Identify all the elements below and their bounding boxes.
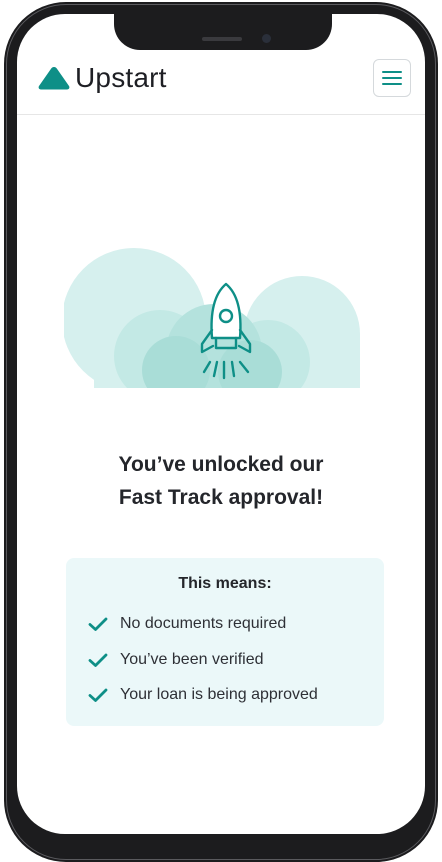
benefit-item: No documents required [88, 613, 286, 635]
app-header: Upstart [17, 50, 425, 115]
benefit-item: You’ve been verified [88, 649, 264, 671]
benefits-box: This means: No documents required You’ve… [66, 558, 384, 726]
rocket-illustration [64, 248, 360, 400]
heading-line-1: You’ve unlocked our [118, 453, 324, 476]
brand-logo[interactable]: Upstart [37, 60, 167, 96]
front-camera [262, 34, 271, 43]
benefit-label: You’ve been verified [120, 651, 264, 668]
phone-notch [114, 10, 332, 50]
page-heading: You’ve unlocked our Fast Track approval! [30, 448, 412, 514]
brand-name: Upstart [75, 62, 167, 93]
benefit-label: Your loan is being approved [120, 686, 318, 703]
speaker-grille [202, 37, 242, 41]
menu-button[interactable] [373, 59, 411, 97]
check-icon [88, 688, 108, 702]
heading-line-2: Fast Track approval! [118, 486, 324, 509]
upstart-logo-icon [38, 67, 70, 90]
phone-mockup: Upstart You’ve unlocked our Fast Track a… [0, 0, 442, 862]
benefit-label: No documents required [120, 615, 287, 632]
check-icon [88, 617, 108, 631]
benefit-item: Your loan is being approved [88, 684, 318, 706]
check-icon [88, 653, 108, 667]
benefits-title: This means: [178, 575, 272, 592]
